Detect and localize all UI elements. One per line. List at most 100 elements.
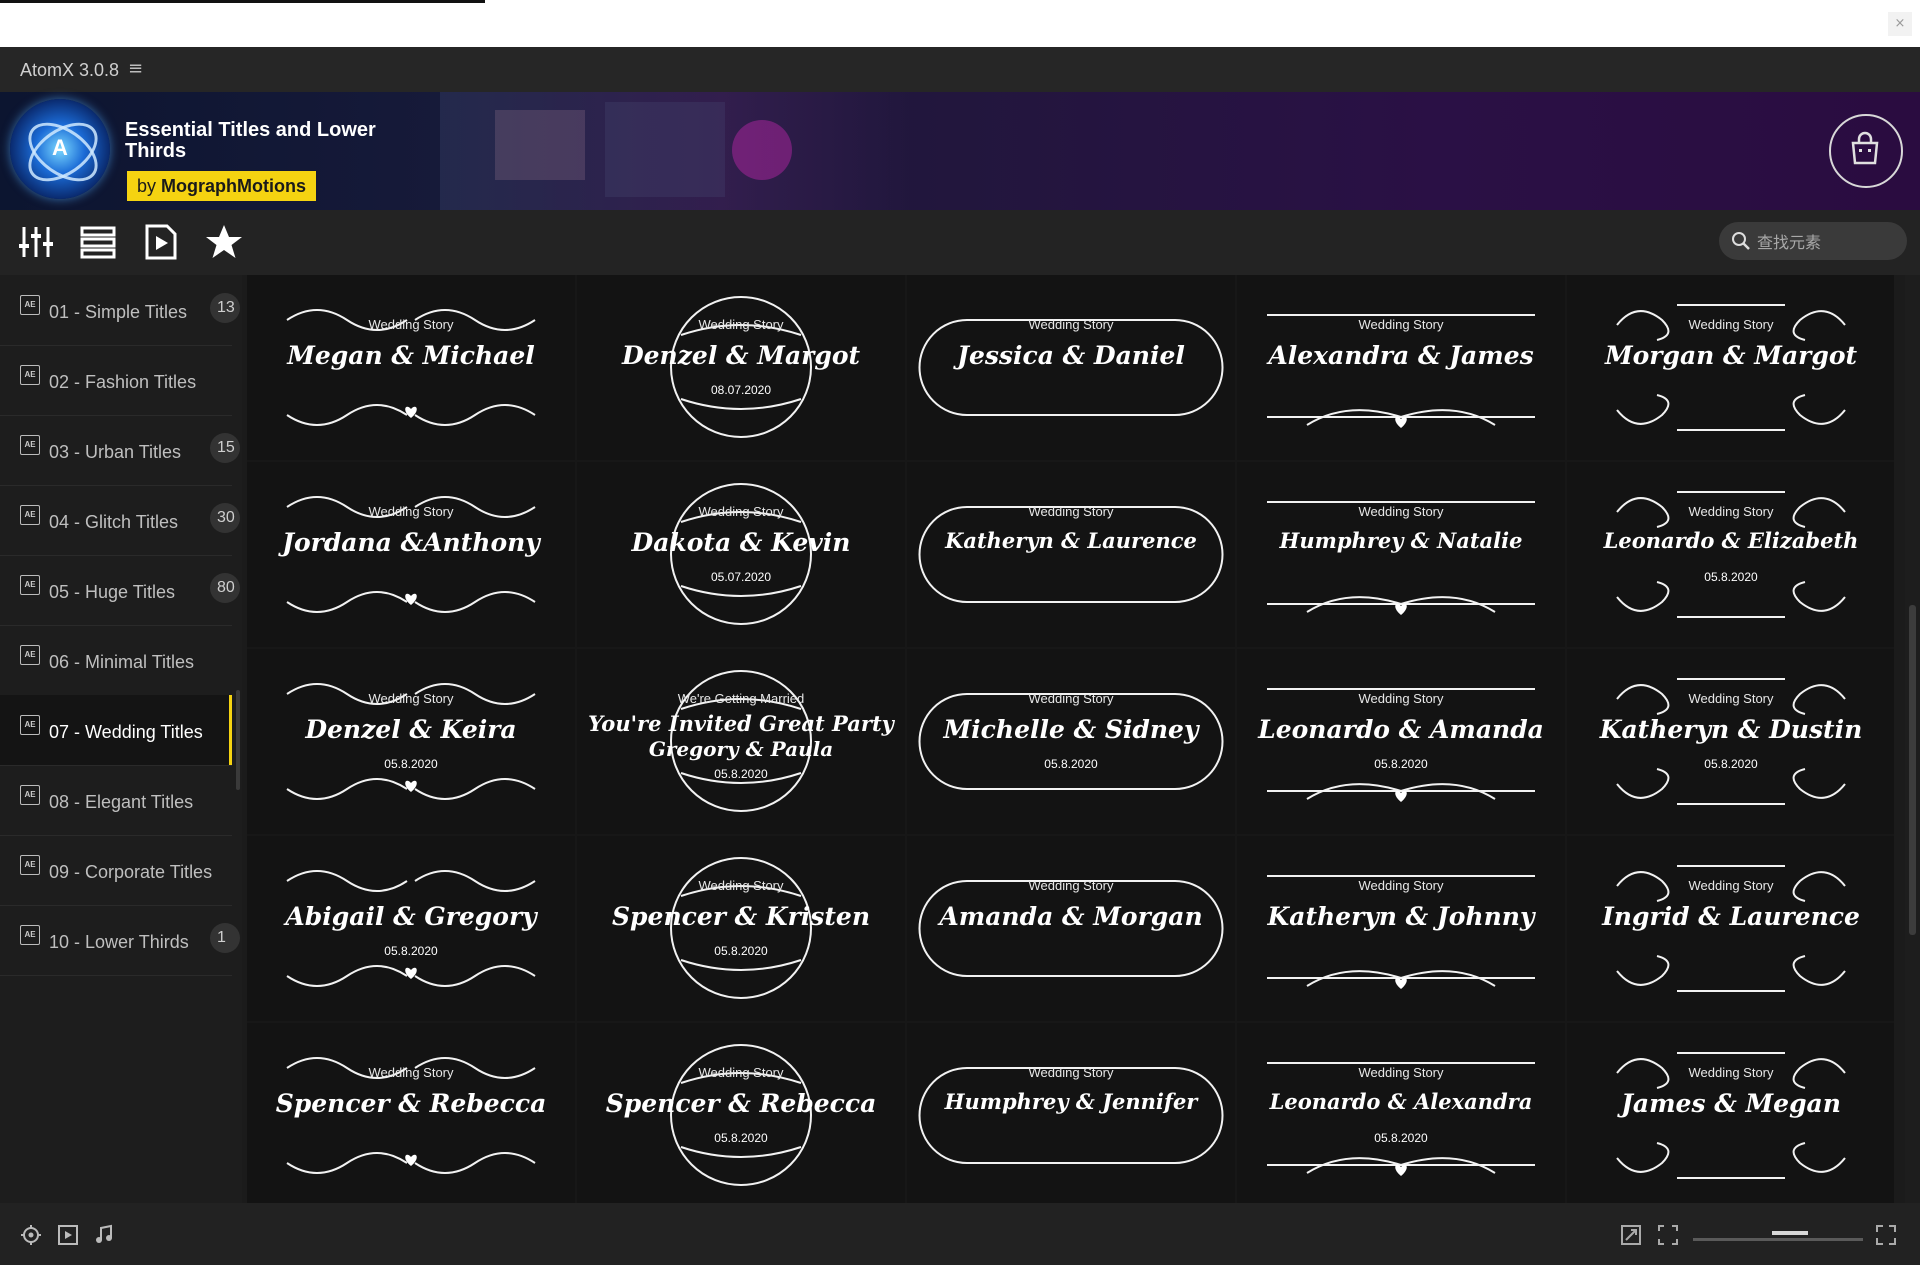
fit-screen-icon[interactable] [1657,1224,1679,1246]
sidebar-item-label: 01 - Simple Titles [49,302,188,322]
template-tile[interactable]: Wedding Story Leonardo & Alexandra 05.8.20… [1237,1023,1565,1203]
item-count-badge: 80 [210,573,240,603]
template-tile[interactable]: Wedding Story Denzel & Margot 08.07.2020 [577,275,905,460]
tile-subtitle: Wedding Story [698,878,784,893]
sidebar-item-huge-titles[interactable]: AE 05 - Huge Titles 80 [0,555,240,626]
search-box[interactable] [1719,222,1907,260]
template-tile[interactable]: Wedding Story Leonardo & Amanda 05.8.2020 [1237,649,1565,834]
tile-date: 05.07.2020 [710,570,772,584]
template-tile[interactable]: Wedding Story Ingrid & Laurence [1567,836,1894,1021]
sidebar-item-fashion-titles[interactable]: AE 02 - Fashion Titles [0,345,232,416]
tile-couple-names: Jordana &Anthony [282,528,540,557]
tile-date: 05.8.2020 [1374,1131,1428,1145]
tile-subtitle: Wedding Story [1358,691,1444,706]
sidebar-item-corporate-titles[interactable]: AE 09 - Corporate Titles [0,835,232,906]
favorites-star-icon[interactable] [204,222,244,262]
template-tile[interactable]: Wedding Story Dakota & Kevin 05.07.2020 [577,462,905,647]
template-tile[interactable]: Wedding Story Humphrey & Jennifer [907,1023,1235,1203]
search-input[interactable] [1755,229,1899,255]
grid-scrollbar-thumb[interactable] [1909,605,1916,935]
sidebar-scrollbar[interactable] [236,690,240,790]
list-view-icon[interactable] [78,222,118,262]
item-count-badge: 1 [210,923,240,953]
category-sidebar: AE 01 - Simple Titles 13 AE 02 - Fashion… [0,275,242,1203]
sidebar-item-urban-titles[interactable]: AE 03 - Urban Titles 15 [0,415,240,486]
sidebar-item-label: 09 - Corporate Titles [49,862,213,882]
template-tile[interactable]: Wedding Story Katheryn & Dustin 05.8.2020 [1567,649,1894,834]
template-tile[interactable]: Wedding Story Morgan & Margot [1567,275,1894,460]
zoom-slider-track[interactable] [1693,1238,1863,1241]
zoom-slider-handle[interactable] [1772,1231,1808,1235]
tile-subtitle: Wedding Story [1028,1065,1114,1080]
tile-couple-names: You're Invited Great Party [588,711,894,736]
tile-date: 05.8.2020 [1374,757,1428,771]
media-file-icon[interactable] [141,222,181,262]
tile-subtitle: Wedding Story [1688,878,1774,893]
ornament-frame [1616,491,1846,618]
template-tile[interactable]: Wedding Story Michelle & Sidney 05.8.2020 [907,649,1235,834]
template-tile[interactable]: Wedding Story Katheryn & Johnny [1237,836,1565,1021]
video-filter-icon[interactable] [57,1224,79,1246]
template-tile[interactable]: Wedding Story Amanda & Morgan [907,836,1235,1021]
sliders-icon[interactable] [16,222,56,262]
sidebar-item-lower-thirds[interactable]: AE 10 - Lower Thirds 1 [0,905,240,976]
tile-date: 08.07.2020 [710,383,772,397]
tile-couple-names: Michelle & Sidney [943,715,1199,744]
template-tile[interactable]: Wedding Story Katheryn & Laurence [907,462,1235,647]
window-close-button[interactable]: × [1888,12,1912,36]
tile-couple-names: Humphrey & Natalie [1279,528,1523,553]
template-tile[interactable]: Wedding Story Denzel & Keira 05.8.2020 [247,649,575,834]
template-tile[interactable]: Wedding Story Spencer & Kristen 05.8.2020 [577,836,905,1021]
tile-date: 05.8.2020 [714,944,768,958]
template-tile[interactable]: Abigail & Gregory 05.8.2020 [247,836,575,1021]
sidebar-item-minimal-titles[interactable]: AE 06 - Minimal Titles [0,625,232,696]
sidebar-item-label: 07 - Wedding Titles [49,722,203,742]
sidebar-item-label: 04 - Glitch Titles [49,512,179,532]
tile-subtitle: Wedding Story [1688,317,1774,332]
tile-couple-names: Spencer & Rebecca [275,1089,547,1118]
music-filter-icon[interactable] [93,1224,115,1246]
template-tile[interactable]: Wedding Story Jessica & Daniel [907,275,1235,460]
tile-subtitle: Wedding Story [1688,504,1774,519]
tile-couple-names: Jessica & Daniel [957,341,1185,370]
template-tile[interactable]: Wedding Story Humphrey & Natalie [1237,462,1565,647]
sidebar-item-wedding-titles[interactable]: AE 07 - Wedding Titles [0,695,232,766]
tile-couple-names: Katheryn & Johnny [1267,902,1535,931]
hamburger-menu-icon[interactable]: ≡ [128,58,143,79]
sidebar-item-simple-titles[interactable]: AE 01 - Simple Titles 13 [0,275,240,346]
tile-subtitle: Wedding Story [698,504,784,519]
fullscreen-icon[interactable] [1875,1224,1897,1246]
banner-background-photo [440,92,910,210]
sidebar-item-glitch-titles[interactable]: AE 04 - Glitch Titles 30 [0,485,240,556]
tile-subtitle: Wedding Story [1688,691,1774,706]
tile-subtitle: Wedding Story [368,691,454,706]
tile-couple-names: Ingrid & Laurence [1602,902,1860,931]
tile-couple-names: Denzel & Keira [305,715,517,744]
expand-icon[interactable] [1620,1224,1642,1246]
ae-file-icon: AE [20,645,40,665]
shop-button[interactable] [1829,114,1903,188]
template-tile[interactable]: Wedding Story Jordana &Anthony [247,462,575,647]
template-tile[interactable]: We're Getting Married You're Invited Grea… [577,649,905,834]
grid-scrollbar[interactable] [1905,275,1920,1203]
tile-couple-names: Spencer & Kristen [612,902,870,931]
template-tile[interactable]: Wedding Story Spencer & Rebecca [247,1023,575,1203]
author-name: MographMotions [161,176,307,196]
ae-file-icon: AE [20,855,40,875]
target-settings-icon[interactable] [20,1224,42,1246]
tile-subtitle: We're Getting Married [677,691,805,706]
author-tag[interactable]: by MographMotions [127,171,317,201]
tile-date: 05.8.2020 [1704,570,1758,584]
template-tile[interactable]: Wedding Story Spencer & Rebecca 05.8.2020 [577,1023,905,1203]
sidebar-item-elegant-titles[interactable]: AE 08 - Elegant Titles [0,765,232,836]
ae-file-icon: AE [20,575,40,595]
template-tile[interactable]: Wedding Story Megan & Michael [247,275,575,460]
tile-couple-names: Dakota & Kevin [631,528,851,557]
tile-date: 05.8.2020 [384,944,438,958]
template-tile[interactable]: Wedding Story James & Megan [1567,1023,1894,1203]
tile-couple-names: Denzel & Margot [621,341,861,370]
tile-couple-names: Leonardo & Amanda [1258,715,1544,744]
template-tile[interactable]: Wedding Story Alexandra & James [1237,275,1565,460]
ae-file-icon: AE [20,435,40,455]
template-tile[interactable]: Wedding Story Leonardo & Elizabeth 05.8.20… [1567,462,1894,647]
